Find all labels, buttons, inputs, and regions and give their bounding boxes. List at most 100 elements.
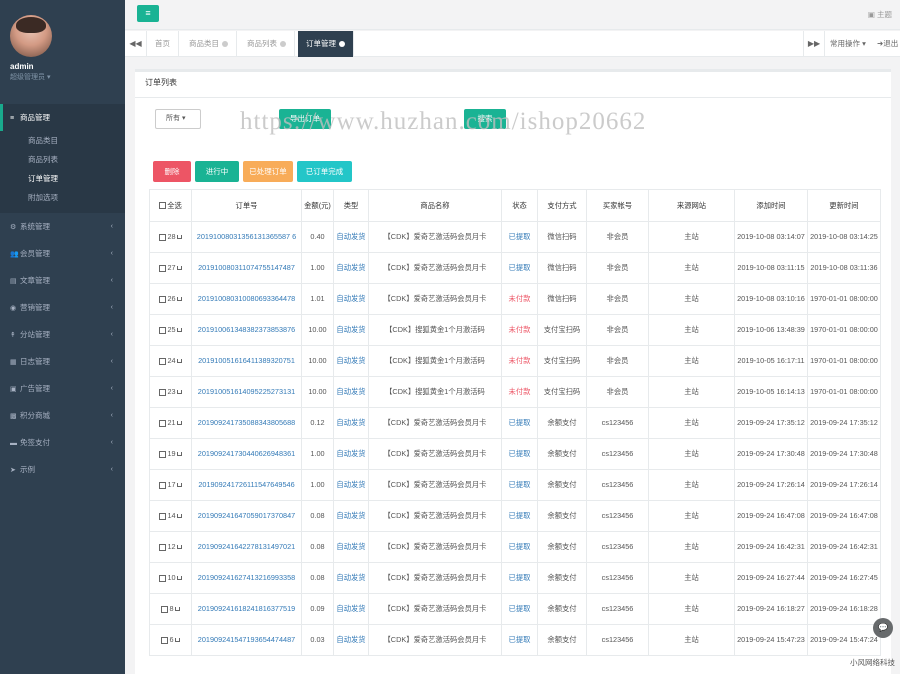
completed-orders-button[interactable]: 已订单完成 (297, 161, 352, 182)
row-checkbox[interactable] (159, 388, 167, 396)
table-row[interactable]: 26 201910080310080693364478 1.01 自动发货 【CDK】爱… (149, 283, 881, 315)
tab-product-list[interactable]: 商品列表 (239, 31, 295, 57)
cell-type[interactable]: 自动发货 (333, 531, 369, 563)
cell-order[interactable]: 201909241735088343805688 (191, 407, 302, 439)
row-checkbox[interactable] (159, 357, 167, 365)
cell-order[interactable]: 201909241618241816377519 (191, 593, 302, 625)
tab-next-icon[interactable]: ▶▶ (803, 31, 825, 57)
cell-order[interactable]: 20191008031356131365587 6 (191, 221, 302, 253)
submenu-item[interactable]: 商品列表 (0, 150, 125, 169)
close-icon[interactable] (339, 41, 345, 48)
cell-type[interactable]: 自动发货 (333, 624, 369, 656)
cell-type[interactable]: 自动发货 (333, 221, 369, 253)
sidebar-item[interactable]: ⚙ 系统管理 ‹ (0, 213, 125, 240)
cell-type[interactable]: 自动发货 (333, 438, 369, 470)
submenu-item[interactable]: 附加选项 (0, 188, 125, 207)
row-checkbox[interactable] (161, 636, 169, 644)
status-filter-select[interactable]: 所有 ▾ (155, 109, 201, 129)
sidebar-item[interactable]: ▬ 免签支付 ‹ (0, 429, 125, 456)
cell-type[interactable]: 自动发货 (333, 593, 369, 625)
table-row[interactable]: 21 201909241735088343805688 0.12 自动发货 【CDK】爱… (149, 407, 881, 439)
cell-type[interactable]: 自动发货 (333, 283, 369, 315)
row-checkbox[interactable] (159, 450, 167, 458)
tab-prev-icon[interactable]: ◀◀ (125, 31, 147, 57)
sidebar-item[interactable]: ▤ 文章管理 ‹ (0, 267, 125, 294)
sidebar-item[interactable]: ◉ 营销管理 ‹ (0, 294, 125, 321)
cell-type[interactable]: 自动发货 (333, 407, 369, 439)
table-row[interactable]: 27 201910080311074755147487 1.00 自动发货 【CDK】爱… (149, 252, 881, 284)
cell-order[interactable]: 201909241642278131497021 (191, 531, 302, 563)
cell-type[interactable]: 自动发货 (333, 562, 369, 594)
close-icon[interactable] (222, 41, 228, 48)
row-select-cell[interactable]: 19 (149, 438, 192, 470)
cell-order[interactable]: 201909241547193654474487 (191, 624, 302, 656)
cell-order[interactable]: 201910051616411389320751 (191, 345, 302, 377)
cell-order[interactable]: 201910080311074755147487 (191, 252, 302, 284)
cell-order[interactable]: 201909241627413216993358 (191, 562, 302, 594)
sidebar-item[interactable]: ≡ 商品管理 (0, 104, 125, 131)
sidebar-item[interactable]: ▦ 日志管理 ‹ (0, 348, 125, 375)
row-select-cell[interactable]: 6 (149, 624, 192, 656)
row-select-cell[interactable]: 26 (149, 283, 192, 315)
select-all-checkbox[interactable] (159, 202, 167, 210)
submenu-item[interactable]: 商品类目 (0, 131, 125, 150)
row-select-cell[interactable]: 24 (149, 345, 192, 377)
row-select-cell[interactable]: 10 (149, 562, 192, 594)
row-checkbox[interactable] (159, 233, 167, 241)
table-row[interactable]: 12 201909241642278131497021 0.08 自动发货 【CDK】爱… (149, 531, 881, 563)
cell-order[interactable]: 201910080310080693364478 (191, 283, 302, 315)
avatar[interactable] (10, 15, 52, 57)
row-checkbox[interactable] (159, 295, 167, 303)
chat-icon[interactable]: 💬 (873, 618, 893, 638)
sidebar-item[interactable]: ➤ 示例 ‹ (0, 456, 125, 483)
table-row[interactable]: 14 201909241647059017370847 0.08 自动发货 【CDK】爱… (149, 500, 881, 532)
row-checkbox[interactable] (159, 264, 167, 272)
row-checkbox[interactable] (159, 419, 167, 427)
row-select-cell[interactable]: 14 (149, 500, 192, 532)
table-row[interactable]: 23 201910051614095225273131 10.00 自动发货 【CDK】… (149, 376, 881, 408)
table-row[interactable]: 6 201909241547193654474487 0.03 自动发货 【CDK】爱奇… (149, 624, 881, 656)
delete-button[interactable]: 删除 (153, 161, 191, 182)
row-checkbox[interactable] (159, 512, 167, 520)
table-row[interactable]: 24 201910051616411389320751 10.00 自动发货 【CDK】… (149, 345, 881, 377)
row-select-cell[interactable]: 17 (149, 469, 192, 501)
row-select-cell[interactable]: 27 (149, 252, 192, 284)
row-checkbox[interactable] (161, 605, 169, 613)
row-select-cell[interactable]: 28 (149, 221, 192, 253)
sidebar-item[interactable]: ▩ 积分商城 ‹ (0, 402, 125, 429)
table-row[interactable]: 25 201910061348382373853876 10.00 自动发货 【CDK】… (149, 314, 881, 346)
processed-orders-button[interactable]: 已处理订单 (243, 161, 293, 182)
cell-order[interactable]: 201910051614095225273131 (191, 376, 302, 408)
common-operations-dropdown[interactable]: 常用操作 ▾ (830, 31, 866, 57)
cell-order[interactable]: 201909241647059017370847 (191, 500, 302, 532)
cell-type[interactable]: 自动发货 (333, 314, 369, 346)
table-row[interactable]: 28 20191008031356131365587 6 0.40 自动发货 【CDK】… (149, 221, 881, 253)
cell-type[interactable]: 自动发货 (333, 376, 369, 408)
user-role-dropdown[interactable]: 超级管理员 ▾ (10, 72, 50, 82)
cell-type[interactable]: 自动发货 (333, 252, 369, 284)
cell-order[interactable]: 201909241730440626948361 (191, 438, 302, 470)
cell-order[interactable]: 201909241726111547649546 (191, 469, 302, 501)
sidebar-item[interactable]: ↟ 分站管理 ‹ (0, 321, 125, 348)
submenu-item[interactable]: 订单管理 (0, 169, 125, 188)
tab-home[interactable]: 首页 (147, 31, 179, 57)
logout-button[interactable]: ➜退出 (877, 31, 898, 57)
row-select-cell[interactable]: 21 (149, 407, 192, 439)
table-row[interactable]: 17 201909241726111547649546 1.00 自动发货 【CDK】爱… (149, 469, 881, 501)
table-row[interactable]: 19 201909241730440626948361 1.00 自动发货 【CDK】爱… (149, 438, 881, 470)
row-checkbox[interactable] (159, 574, 167, 582)
cell-type[interactable]: 自动发货 (333, 469, 369, 501)
column-header[interactable]: 全选 (149, 189, 192, 222)
in-progress-button[interactable]: 进行中 (195, 161, 239, 182)
cell-type[interactable]: 自动发货 (333, 500, 369, 532)
sidebar-item[interactable]: 👥会员管理 ‹ (0, 240, 125, 267)
row-checkbox[interactable] (159, 543, 167, 551)
tab-product-category[interactable]: 商品类目 (181, 31, 237, 57)
row-checkbox[interactable] (159, 326, 167, 334)
menu-toggle-icon[interactable]: ≡ (137, 5, 159, 22)
row-select-cell[interactable]: 8 (149, 593, 192, 625)
row-select-cell[interactable]: 25 (149, 314, 192, 346)
theme-button[interactable]: ▣ 主题 (868, 9, 892, 20)
row-select-cell[interactable]: 12 (149, 531, 192, 563)
sidebar-item[interactable]: ▣ 广告管理 ‹ (0, 375, 125, 402)
